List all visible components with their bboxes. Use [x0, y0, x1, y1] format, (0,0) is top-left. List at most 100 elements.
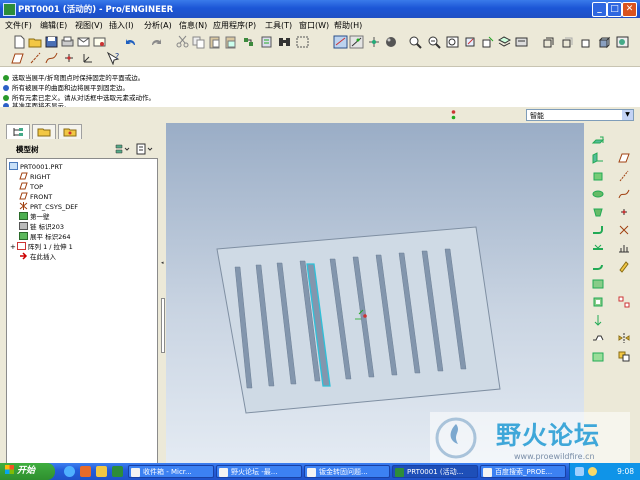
- cut-tool-icon[interactable]: [591, 295, 605, 309]
- email-attach-icon[interactable]: [92, 35, 107, 49]
- form-icon[interactable]: [591, 331, 605, 345]
- open-folder-icon[interactable]: [28, 35, 43, 49]
- select-box-icon[interactable]: [295, 35, 310, 49]
- tree-item-first-wall[interactable]: 第一壁: [19, 212, 50, 222]
- save-icon[interactable]: [44, 35, 59, 49]
- bend-icon[interactable]: [591, 223, 605, 237]
- menu-file[interactable]: 文件(F): [5, 20, 32, 31]
- datum-point-display-icon[interactable]: [367, 35, 382, 49]
- redo-icon[interactable]: [149, 35, 164, 49]
- refit-icon[interactable]: [445, 35, 460, 49]
- regenerate-icon[interactable]: [241, 35, 256, 49]
- tree-settings-icon[interactable]: [113, 143, 131, 155]
- tree-item-part[interactable]: PRT0001.PRT: [9, 162, 62, 172]
- menu-help[interactable]: 帮助(H): [334, 20, 362, 31]
- shading-icon[interactable]: [384, 35, 399, 49]
- hidden-line-icon[interactable]: [560, 35, 575, 49]
- merge-icon[interactable]: [617, 349, 631, 363]
- paste-icon[interactable]: [207, 35, 222, 49]
- paste-special-icon[interactable]: [223, 35, 238, 49]
- tree-item-chain[interactable]: 链 标识203: [19, 222, 64, 232]
- task-button-baidu[interactable]: 百度搜索_PROE...: [480, 465, 566, 478]
- quicklaunch-folder-icon[interactable]: [96, 466, 107, 477]
- tab-favorites[interactable]: [58, 124, 82, 139]
- collapse-arrow-icon[interactable]: ◂: [161, 259, 165, 267]
- regen-manager-icon[interactable]: [259, 35, 274, 49]
- new-file-icon[interactable]: [12, 35, 27, 49]
- zoom-out-icon[interactable]: [427, 35, 442, 49]
- quicklaunch-ie-icon[interactable]: [64, 466, 75, 477]
- sash-handle[interactable]: [161, 298, 165, 353]
- csys-tool-icon[interactable]: [617, 223, 631, 237]
- plane-icon[interactable]: [617, 151, 631, 165]
- datum-axis-display-icon[interactable]: [349, 35, 364, 49]
- datum-curve-icon[interactable]: [44, 51, 59, 65]
- tree-item-unbend[interactable]: 展平 标识264: [19, 232, 70, 242]
- start-button[interactable]: 开始: [0, 463, 55, 480]
- task-button-inbox[interactable]: 收件箱 - Micr...: [128, 465, 214, 478]
- cut-icon[interactable]: [175, 35, 190, 49]
- menu-applications[interactable]: 应用程序(P): [213, 20, 256, 31]
- quicklaunch-firefox-icon[interactable]: [80, 466, 91, 477]
- unbend-tool-icon[interactable]: [591, 241, 605, 255]
- close-button[interactable]: ✕: [622, 2, 637, 17]
- flat-pattern-icon[interactable]: [591, 277, 605, 291]
- menu-analysis[interactable]: 分析(A): [144, 20, 172, 31]
- view-manager-icon[interactable]: [514, 35, 529, 49]
- copy-icon[interactable]: [191, 35, 206, 49]
- no-hidden-icon[interactable]: [579, 35, 594, 49]
- context-help-icon[interactable]: ?: [106, 51, 121, 65]
- tree-item-csys[interactable]: PRT_CSYS_DEF: [19, 202, 78, 212]
- task-button-thread[interactable]: 钣金转固问题...: [304, 465, 390, 478]
- bend-back-icon[interactable]: [591, 259, 605, 273]
- wall-tab-icon[interactable]: [591, 133, 605, 147]
- revolve-wall-icon[interactable]: [591, 187, 605, 201]
- task-button-proe[interactable]: PRT0001 (活动...: [392, 465, 478, 478]
- volume-icon[interactable]: [588, 467, 597, 476]
- reorient-icon[interactable]: [463, 35, 478, 49]
- menu-tools[interactable]: 工具(T): [265, 20, 292, 31]
- menu-insert[interactable]: 插入(I): [109, 20, 134, 31]
- punch-icon[interactable]: [591, 313, 605, 327]
- datum-axis-icon[interactable]: [28, 51, 43, 65]
- csys-icon[interactable]: [80, 51, 95, 65]
- menu-edit[interactable]: 编辑(E): [40, 20, 67, 31]
- model-tree[interactable]: PRT0001.PRT RIGHT TOP FRONT PRT_CSYS_DEF…: [6, 158, 158, 465]
- axis-icon[interactable]: [617, 169, 631, 183]
- maximize-button[interactable]: □: [607, 2, 622, 17]
- network-icon[interactable]: [575, 467, 584, 476]
- tree-item-top[interactable]: TOP: [19, 182, 43, 192]
- point-icon[interactable]: [617, 205, 631, 219]
- quicklaunch-proe-icon[interactable]: [112, 466, 123, 477]
- corner-relief-icon[interactable]: [591, 349, 605, 363]
- zoom-in-icon[interactable]: [408, 35, 423, 49]
- find-icon[interactable]: [277, 35, 292, 49]
- email-icon[interactable]: [76, 35, 91, 49]
- menu-view[interactable]: 视图(V): [75, 20, 103, 31]
- expand-plus-icon[interactable]: +: [10, 242, 17, 252]
- pattern-tool-icon[interactable]: [617, 295, 631, 309]
- datum-plane-display-icon[interactable]: [333, 35, 348, 49]
- tree-item-right[interactable]: RIGHT: [19, 172, 50, 182]
- task-button-forum[interactable]: 野火论坛 -最...: [216, 465, 302, 478]
- saved-views-icon[interactable]: [480, 35, 495, 49]
- layers-icon[interactable]: [497, 35, 512, 49]
- menu-info[interactable]: 信息(N): [179, 20, 207, 31]
- proe-app-icon[interactable]: [3, 3, 16, 16]
- shading-mode-icon[interactable]: [597, 35, 612, 49]
- tab-model-tree[interactable]: [6, 124, 30, 139]
- sketch-tool-icon[interactable]: [617, 259, 631, 273]
- tab-folder-browser[interactable]: [32, 124, 56, 139]
- tree-show-icon[interactable]: [135, 143, 155, 155]
- analysis-tool-icon[interactable]: [617, 241, 631, 255]
- minimize-button[interactable]: _: [592, 2, 607, 17]
- print-icon[interactable]: [60, 35, 75, 49]
- wireframe-icon[interactable]: [541, 35, 556, 49]
- menu-window[interactable]: 窗口(W): [299, 20, 329, 31]
- undo-icon[interactable]: [123, 35, 138, 49]
- mirror-icon[interactable]: [617, 331, 631, 345]
- datum-point-icon[interactable]: [62, 51, 77, 65]
- enhanced-realism-icon[interactable]: [615, 35, 630, 49]
- sketch-plane-icon[interactable]: [10, 51, 25, 65]
- flange-wall-icon[interactable]: [591, 151, 605, 165]
